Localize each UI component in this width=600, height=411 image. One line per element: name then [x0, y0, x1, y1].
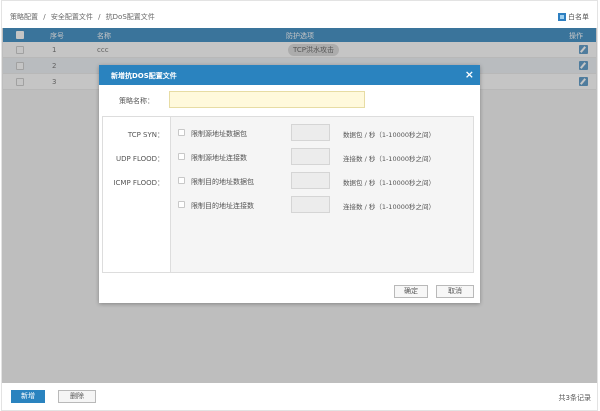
dialog-title: 新增抗DOS配置文件 [111, 72, 177, 80]
tab-udp-flood[interactable]: UDP FLOOD： [116, 154, 164, 164]
option-checkbox[interactable] [178, 153, 185, 160]
option-unit: 连接数 / 秒（1-10000秒之间） [343, 203, 435, 211]
ok-button[interactable]: 确定 [394, 285, 428, 298]
option-unit: 数据包 / 秒（1-10000秒之间） [343, 131, 435, 139]
bottom-bar: 新增 删除 共3条记录 [2, 383, 597, 410]
option-label: 限制源地址连接数 [191, 154, 247, 162]
add-dos-profile-dialog: 新增抗DOS配置文件 × 策略名称： TCP SYN： UDP FLOOD： I… [99, 65, 480, 303]
breadcrumb-item-current: 抗DoS配置文件 [105, 13, 155, 21]
close-icon[interactable]: × [465, 68, 474, 81]
policy-name-row: 策略名称： [99, 85, 480, 117]
option-checkbox[interactable] [178, 201, 185, 208]
option-label: 限制目的地址连接数 [191, 202, 254, 210]
dialog-header: 新增抗DOS配置文件 × [99, 65, 480, 85]
option-value-input[interactable] [291, 148, 330, 165]
option-label: 限制源地址数据包 [191, 130, 247, 138]
option-row: 限制目的地址连接数 连接数 / 秒（1-10000秒之间） [178, 196, 473, 213]
option-value-input[interactable] [291, 172, 330, 189]
options-panel: TCP SYN： UDP FLOOD： ICMP FLOOD： 限制源地址数据包… [102, 116, 474, 273]
option-row: 限制目的地址数据包 数据包 / 秒（1-10000秒之间） [178, 172, 473, 189]
dialog-footer: 确定 取消 [99, 273, 480, 303]
page: 策略配置 / 安全配置文件 / 抗DoS配置文件 白名单 序号 名称 防护选项 … [0, 0, 600, 411]
whitelist-icon [558, 13, 566, 21]
breadcrumb-separator: / [43, 13, 46, 21]
cancel-button[interactable]: 取消 [436, 285, 474, 298]
breadcrumb-item[interactable]: 安全配置文件 [51, 13, 93, 21]
policy-name-label: 策略名称： [119, 97, 154, 105]
option-row: 限制源地址连接数 连接数 / 秒（1-10000秒之间） [178, 148, 473, 165]
option-value-input[interactable] [291, 124, 330, 141]
record-count: 共3条记录 [558, 394, 591, 402]
option-unit: 数据包 / 秒（1-10000秒之间） [343, 179, 435, 187]
option-checkbox[interactable] [178, 177, 185, 184]
tab-tcp-syn[interactable]: TCP SYN： [128, 130, 164, 140]
breadcrumb-item[interactable]: 策略配置 [10, 13, 38, 21]
whitelist-label: 白名单 [568, 13, 589, 21]
delete-button[interactable]: 删除 [58, 390, 96, 403]
top-bar: 策略配置 / 安全配置文件 / 抗DoS配置文件 白名单 [2, 1, 597, 28]
whitelist-link[interactable]: 白名单 [558, 12, 589, 22]
policy-name-input[interactable] [169, 91, 365, 108]
protocol-tabs: TCP SYN： UDP FLOOD： ICMP FLOOD： [103, 117, 171, 272]
add-button[interactable]: 新增 [11, 390, 45, 403]
breadcrumb: 策略配置 / 安全配置文件 / 抗DoS配置文件 [10, 12, 158, 22]
breadcrumb-separator: / [98, 13, 101, 21]
option-row: 限制源地址数据包 数据包 / 秒（1-10000秒之间） [178, 124, 473, 141]
tab-icmp-flood[interactable]: ICMP FLOOD： [113, 178, 164, 188]
option-unit: 连接数 / 秒（1-10000秒之间） [343, 155, 435, 163]
option-checkbox[interactable] [178, 129, 185, 136]
option-value-input[interactable] [291, 196, 330, 213]
option-label: 限制目的地址数据包 [191, 178, 254, 186]
